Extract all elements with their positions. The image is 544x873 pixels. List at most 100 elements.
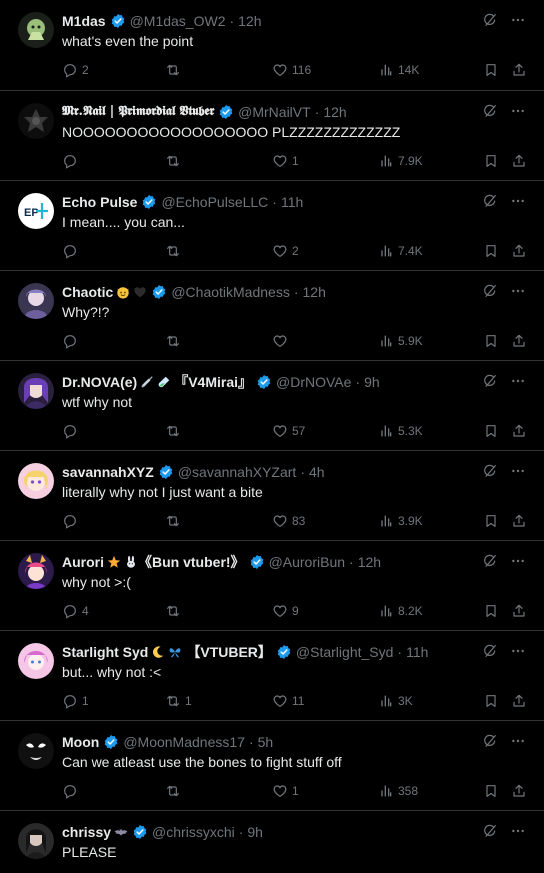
share-button[interactable] (511, 150, 527, 172)
views-button[interactable]: 14K (378, 59, 419, 81)
tweet-chrissy[interactable]: chrissy @chrissyxchi · 9h PLEASE (0, 811, 544, 873)
views-button[interactable]: 5.9K (378, 330, 423, 352)
display-name[interactable]: Chaotic (62, 282, 113, 302)
display-name[interactable]: Moon (62, 732, 99, 752)
repost-button[interactable] (165, 420, 185, 442)
reply-button[interactable] (62, 240, 82, 262)
repost-button[interactable] (165, 240, 185, 262)
display-name-suffix[interactable]: 《Bun vtuber!》 (138, 552, 245, 572)
grok-icon[interactable] (482, 283, 498, 299)
like-button[interactable]: 2 (272, 240, 299, 262)
reply-button[interactable] (62, 330, 82, 352)
reply-button[interactable]: 1 (62, 690, 89, 712)
tweet-m1das[interactable]: M1das @M1das_OW2 · 12h what's even the p… (0, 0, 544, 91)
repost-button[interactable] (165, 330, 185, 352)
handle[interactable]: @M1das_OW2 (130, 11, 226, 31)
display-name[interactable]: Starlight Syd (62, 642, 148, 662)
repost-button[interactable]: 1 (165, 690, 192, 712)
share-button[interactable] (511, 59, 527, 81)
more-icon[interactable] (510, 103, 526, 119)
display-name[interactable]: Dr.NOVA(e) (62, 372, 137, 392)
handle[interactable]: @Starlight_Syd (296, 642, 393, 662)
more-icon[interactable] (510, 643, 526, 659)
repost-button[interactable] (165, 510, 185, 532)
share-button[interactable] (511, 600, 527, 622)
like-button[interactable]: 9 (272, 600, 299, 622)
views-button[interactable]: 3K (378, 690, 413, 712)
bookmark-button[interactable] (483, 600, 499, 622)
bookmark-button[interactable] (483, 510, 499, 532)
bookmark-button[interactable] (483, 150, 499, 172)
more-icon[interactable] (510, 553, 526, 569)
tweet-aurori[interactable]: Aurori 《Bun vtuber!》 @AuroriBun · 12h wh… (0, 541, 544, 631)
timestamp[interactable]: 12h (303, 282, 326, 302)
bookmark-button[interactable] (483, 240, 499, 262)
more-icon[interactable] (510, 193, 526, 209)
display-name[interactable]: chrissy (62, 822, 111, 842)
views-button[interactable]: 3.9K (378, 510, 423, 532)
like-button[interactable]: 57 (272, 420, 305, 442)
bookmark-button[interactable] (483, 420, 499, 442)
grok-icon[interactable] (482, 193, 498, 209)
handle[interactable]: @MoonMadness17 (123, 732, 245, 752)
display-name[interactable]: Echo Pulse (62, 192, 137, 212)
timestamp[interactable]: 9h (247, 822, 263, 842)
share-button[interactable] (511, 510, 527, 532)
avatar[interactable] (18, 283, 54, 319)
tweet-mrnail[interactable]: 𝕸𝖗.𝕹𝖆𝖎𝖑 | 𝕻𝖗𝖎𝖒𝖔𝖗𝖉𝖎𝖆𝖑 𝖁𝖙𝖚𝖇𝖊𝖗 @MrNailVT · … (0, 91, 544, 181)
tweet-drnova[interactable]: Dr.NOVA(e) 『V4Mirai』 @DrNOVAe · 9h wtf w… (0, 361, 544, 451)
handle[interactable]: @DrNOVAe (276, 372, 351, 392)
reply-button[interactable] (62, 510, 82, 532)
more-icon[interactable] (510, 12, 526, 28)
reply-button[interactable]: 2 (62, 59, 89, 81)
avatar[interactable] (18, 733, 54, 769)
tweet-echopulse[interactable]: EP Echo Pulse @EchoPulseLLC · 11h I mean… (0, 181, 544, 271)
tweet-moon[interactable]: Moon @MoonMadness17 · 5h Can we atleast … (0, 721, 544, 811)
timestamp[interactable]: 5h (258, 732, 274, 752)
views-button[interactable]: 8.2K (378, 600, 423, 622)
display-name[interactable]: Aurori (62, 552, 104, 572)
handle[interactable]: @MrNailVT (238, 102, 311, 122)
avatar[interactable] (18, 373, 54, 409)
share-button[interactable] (511, 690, 527, 712)
avatar[interactable] (18, 463, 54, 499)
tweet-starlightsyd[interactable]: Starlight Syd 【VTUBER】 @Starlight_Syd · … (0, 631, 544, 721)
handle[interactable]: @EchoPulseLLC (161, 192, 268, 212)
share-button[interactable] (511, 420, 527, 442)
display-name[interactable]: savannahXYZ (62, 462, 154, 482)
timestamp[interactable]: 4h (309, 462, 325, 482)
more-icon[interactable] (510, 733, 526, 749)
display-name[interactable]: M1das (62, 11, 106, 31)
more-icon[interactable] (510, 463, 526, 479)
reply-button[interactable] (62, 150, 82, 172)
like-button[interactable]: 1 (272, 150, 299, 172)
tweet-savannahxyz[interactable]: savannahXYZ @savannahXYZart · 4h literal… (0, 451, 544, 541)
bookmark-button[interactable] (483, 780, 499, 802)
timestamp[interactable]: 11h (281, 192, 303, 212)
avatar[interactable] (18, 643, 54, 679)
timestamp[interactable]: 12h (358, 552, 381, 572)
handle[interactable]: @ChaotikMadness (171, 282, 290, 302)
grok-icon[interactable] (482, 553, 498, 569)
avatar[interactable] (18, 103, 54, 139)
tweet-chaotic[interactable]: Chaotic @ChaotikMadness · 12h Why?!? 5.9… (0, 271, 544, 361)
reply-button[interactable] (62, 420, 82, 442)
timestamp[interactable]: 11h (406, 642, 428, 662)
avatar[interactable] (18, 12, 54, 48)
more-icon[interactable] (510, 373, 526, 389)
like-button[interactable]: 83 (272, 510, 305, 532)
timestamp[interactable]: 9h (364, 372, 380, 392)
reply-button[interactable]: 4 (62, 600, 89, 622)
more-icon[interactable] (510, 283, 526, 299)
timestamp[interactable]: 12h (323, 102, 346, 122)
grok-icon[interactable] (482, 823, 498, 839)
avatar[interactable] (18, 553, 54, 589)
grok-icon[interactable] (482, 463, 498, 479)
grok-icon[interactable] (482, 373, 498, 389)
views-button[interactable]: 358 (378, 780, 418, 802)
views-button[interactable]: 7.4K (378, 240, 423, 262)
display-name-suffix[interactable]: 『V4Mirai』 (174, 372, 252, 392)
like-button[interactable]: 1 (272, 780, 299, 802)
handle[interactable]: @AuroriBun (269, 552, 345, 572)
reply-button[interactable] (62, 780, 82, 802)
